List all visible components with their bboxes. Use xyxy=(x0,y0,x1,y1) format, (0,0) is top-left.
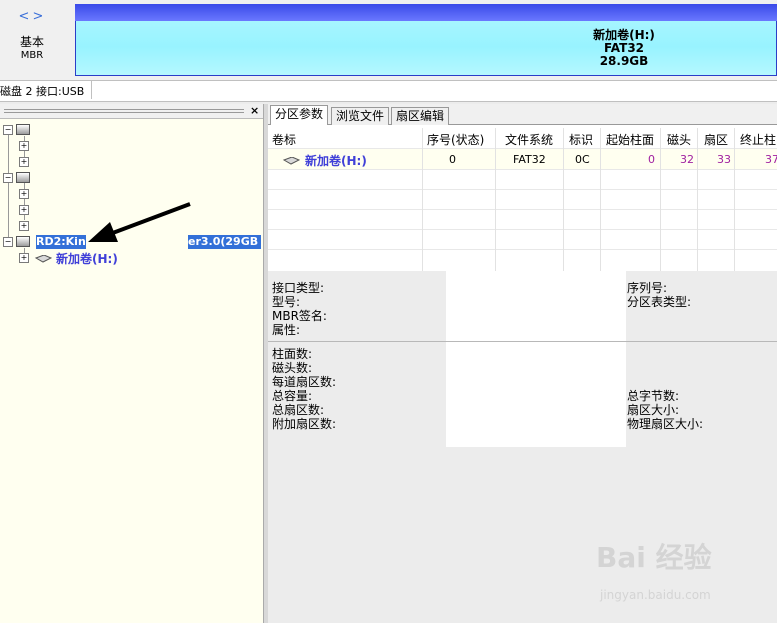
info-extra-sectors: 附加扇区数: xyxy=(272,417,337,431)
disk-info-text: 磁盘 2 接口:USB xyxy=(0,85,85,98)
baidu-watermark-url: jingyan.baidu.com xyxy=(600,588,711,602)
disk-icon xyxy=(16,124,30,135)
collapse-icon[interactable]: − xyxy=(3,125,13,135)
disk-type-label: 基本 MBR xyxy=(8,36,56,62)
info-partition-table-type: 分区表类型: xyxy=(627,295,692,309)
row-divider xyxy=(268,148,777,149)
info-bar-divider xyxy=(91,81,92,99)
expand-icon[interactable]: + xyxy=(19,205,29,215)
partition-block-text: 新加卷(H:) FAT32 28.9GB xyxy=(560,29,688,68)
tree-item-volume[interactable]: 新加卷(H:) xyxy=(56,250,118,267)
cell-end-cyl: 37 xyxy=(765,153,777,166)
tree-item-disk2[interactable]: RD2:Kin xyxy=(36,235,86,249)
cell-id: 0C xyxy=(575,153,590,166)
close-icon[interactable]: × xyxy=(250,104,259,117)
tab-sector-edit[interactable]: 扇区编辑 xyxy=(391,107,450,125)
col-header-sector[interactable]: 扇区 xyxy=(704,131,728,148)
info-interface-type: 接口类型: xyxy=(272,281,325,295)
expand-icon[interactable]: + xyxy=(19,253,29,263)
col-divider xyxy=(563,128,564,271)
col-header-end-cyl[interactable]: 终止柱 xyxy=(740,131,776,148)
disk-type-mbr: MBR xyxy=(20,50,44,61)
info-total-capacity: 总容量: xyxy=(272,389,313,403)
col-header-head[interactable]: 磁头 xyxy=(667,131,691,148)
info-sector-size: 扇区大小: xyxy=(627,403,680,417)
info-attributes: 属性: xyxy=(272,323,301,337)
col-divider xyxy=(422,128,423,271)
back-arrow-icon[interactable]: < xyxy=(17,9,31,24)
volume-drive-icon xyxy=(282,155,301,165)
partition-block-header xyxy=(75,4,777,21)
expand-icon[interactable]: + xyxy=(19,221,29,231)
disk-icon xyxy=(16,172,30,183)
col-divider xyxy=(660,128,661,271)
info-cylinders: 柱面数: xyxy=(272,347,313,361)
disk-tree-panel xyxy=(0,104,264,623)
col-divider xyxy=(734,128,735,271)
info-total-sectors: 总扇区数: xyxy=(272,403,325,417)
col-header-index[interactable]: 序号(状态) xyxy=(427,131,484,148)
info-mbr-signature: MBR签名: xyxy=(272,309,327,323)
panel-grip[interactable] xyxy=(4,112,244,113)
cell-start-cyl: 0 xyxy=(648,153,655,166)
expand-icon[interactable]: + xyxy=(19,157,29,167)
row-divider xyxy=(268,169,777,170)
col-divider xyxy=(600,128,601,271)
row-divider xyxy=(268,209,777,210)
disk-type-basic: 基本 xyxy=(19,35,44,49)
info-sectors-per-track: 每道扇区数: xyxy=(272,375,337,389)
col-header-start-cyl[interactable]: 起始柱面 xyxy=(606,131,654,148)
cell-index: 0 xyxy=(449,153,456,166)
tab-browse-files[interactable]: 浏览文件 xyxy=(331,107,390,125)
info-model: 型号: xyxy=(272,295,301,309)
row-divider xyxy=(268,249,777,250)
col-header-fs[interactable]: 文件系统 xyxy=(505,131,553,148)
info-divider xyxy=(268,341,777,342)
disk-icon xyxy=(16,236,30,247)
forward-arrow-icon[interactable]: > xyxy=(31,9,45,24)
volume-drive-icon xyxy=(34,253,53,263)
cell-sector: 33 xyxy=(717,153,731,166)
expand-icon[interactable]: + xyxy=(19,189,29,199)
tree-line xyxy=(8,128,9,246)
disk-nav: < > xyxy=(17,9,47,25)
annotation-arrow-icon xyxy=(88,202,191,242)
tab-partition-params[interactable]: 分区参数 xyxy=(270,105,329,126)
cell-fs: FAT32 xyxy=(513,153,546,166)
col-header-id[interactable]: 标识 xyxy=(569,131,593,148)
info-total-bytes: 总字节数: xyxy=(627,389,680,403)
row-divider xyxy=(268,229,777,230)
info-values-box xyxy=(446,271,626,447)
partition-size: 28.9GB xyxy=(599,54,649,68)
panel-grip[interactable] xyxy=(4,109,244,110)
col-header-label[interactable]: 卷标 xyxy=(272,131,296,148)
cell-label: 新加卷(H:) xyxy=(305,154,367,168)
info-physical-sector-size: 物理扇区大小: xyxy=(627,417,704,431)
info-serial: 序列号: xyxy=(627,281,668,295)
cell-head: 32 xyxy=(680,153,694,166)
collapse-icon[interactable]: − xyxy=(3,173,13,183)
collapse-icon[interactable]: − xyxy=(3,237,13,247)
col-divider xyxy=(495,128,496,271)
expand-icon[interactable]: + xyxy=(19,141,29,151)
row-divider xyxy=(268,189,777,190)
baidu-watermark-logo: Bai 经验 xyxy=(596,541,712,574)
info-heads: 磁头数: xyxy=(272,361,313,375)
disk-info-bar xyxy=(0,80,777,102)
col-divider xyxy=(697,128,698,271)
